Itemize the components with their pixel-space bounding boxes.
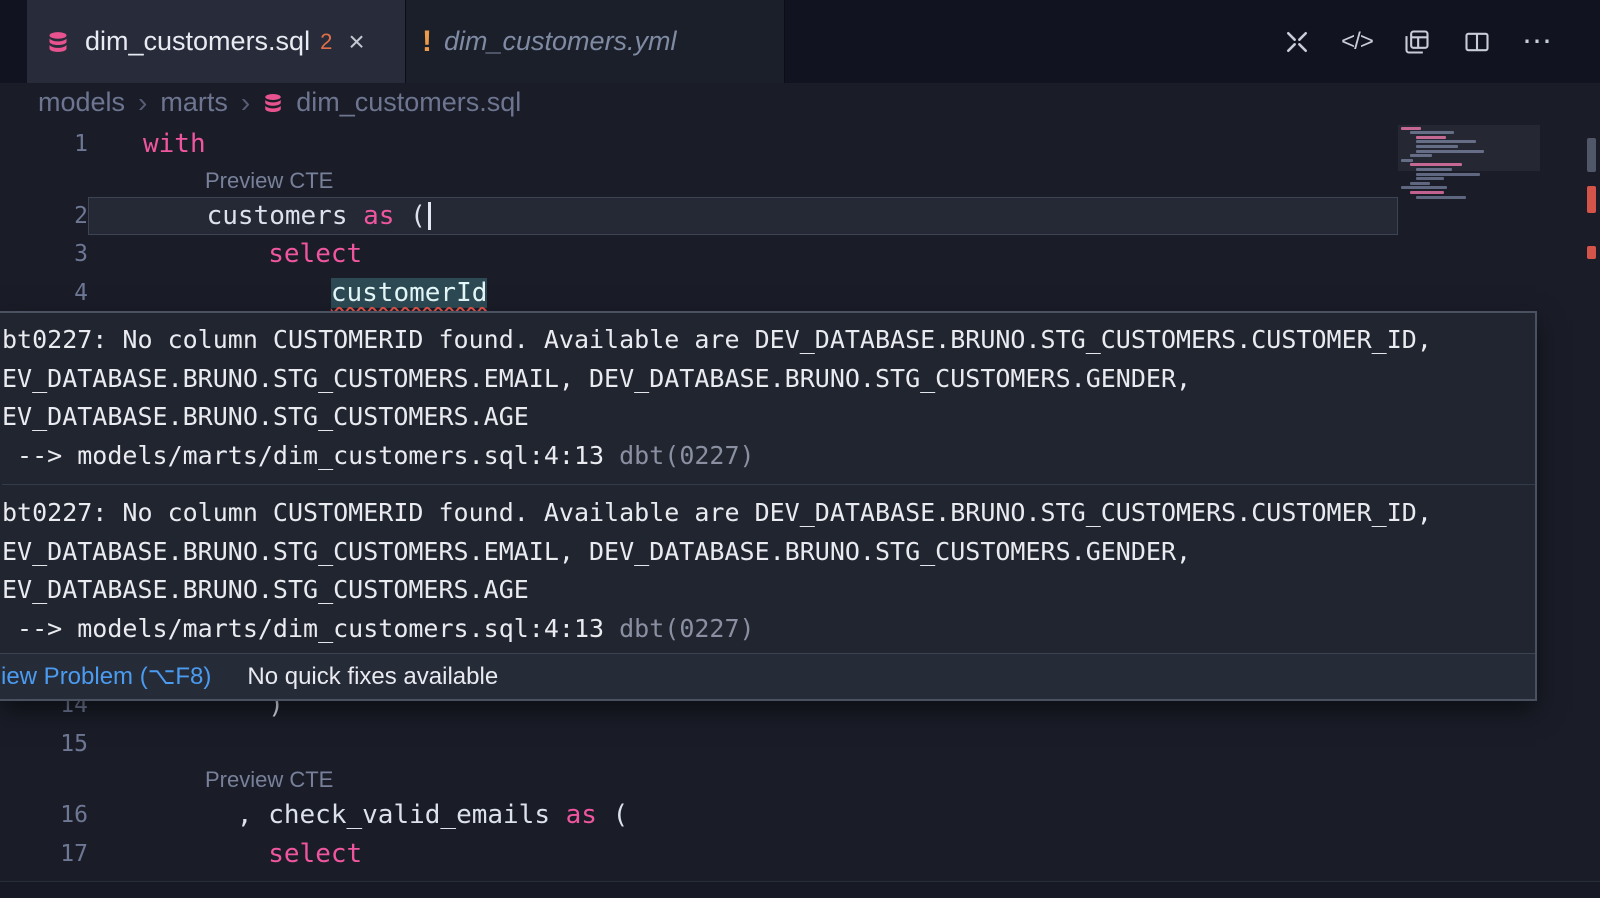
diagnostic-text: EV_DATABASE.BRUNO.STG_CUSTOMERS.EMAIL, D… (2, 533, 1535, 572)
diagnostic-text: EV_DATABASE.BRUNO.STG_CUSTOMERS.AGE (2, 571, 1535, 610)
line-number: 1 (0, 125, 88, 164)
warning-icon: ! (422, 25, 432, 59)
scrollbar-thumb[interactable] (1587, 138, 1596, 172)
breadcrumb: models › marts › dim_customers.sql (0, 83, 1600, 122)
line-number: 15 (0, 725, 88, 764)
tab-bar: dim_customers.sql 2 × ! dim_customers.ym… (0, 0, 1600, 83)
code-text: customers as ( (88, 197, 1398, 236)
line-number (0, 763, 88, 796)
more-actions-icon[interactable]: ⋯ (1522, 27, 1552, 57)
breadcrumb-item-file[interactable]: dim_customers.sql (296, 87, 521, 118)
code-token: select (268, 239, 362, 269)
diagnostic-list: bt0227: No column CUSTOMERID found. Avai… (0, 313, 1535, 653)
code-token: ( (394, 201, 425, 231)
diagnostic-code: dbt(0227) (604, 441, 755, 470)
diagnostic-location-line: --> models/marts/dim_customers.sql:4:13 … (2, 437, 1535, 476)
code-block-bottom: 14 )15Preview CTE16 , check_valid_emails… (0, 686, 1600, 873)
line-number: 2 (0, 197, 88, 236)
diagnostic-location[interactable]: --> models/marts/dim_customers.sql:4:13 (2, 441, 604, 470)
code-line-1: 1 with (0, 125, 1600, 164)
diagnostic-location[interactable]: --> models/marts/dim_customers.sql:4:13 (2, 614, 604, 643)
split-editor-icon[interactable] (1462, 27, 1492, 57)
chevron-right-icon: › (138, 87, 147, 119)
line-number: 4 (0, 274, 88, 313)
code-text: with (88, 125, 1600, 164)
code-text: , check_valid_emails as ( (88, 796, 1600, 835)
database-icon (263, 93, 283, 113)
codelens-link[interactable]: Preview CTE (88, 763, 1600, 796)
tab-error-count-badge: 2 (320, 29, 332, 55)
diagnostic-location-line: --> models/marts/dim_customers.sql:4:13 … (2, 610, 1535, 649)
line-number: 17 (0, 835, 88, 874)
code-line-4: 4 customerId (0, 274, 1600, 313)
chevron-right-icon: › (241, 87, 250, 119)
minimap[interactable] (1398, 125, 1540, 235)
code-block-top: 1 with Preview CTE2 customers as (3 select… (0, 125, 1600, 312)
diagnostic-text: EV_DATABASE.BRUNO.STG_CUSTOMERS.EMAIL, D… (2, 360, 1535, 399)
diagnostic-text: EV_DATABASE.BRUNO.STG_CUSTOMERS.AGE (2, 398, 1535, 437)
database-icon (43, 27, 73, 57)
copy-table-icon[interactable] (1402, 27, 1432, 57)
code-token: ( (597, 800, 628, 830)
code-token (143, 839, 268, 869)
code-text: select (88, 835, 1600, 874)
error-hover-popup: bt0227: No column CUSTOMERID found. Avai… (0, 311, 1537, 701)
code-token: select (268, 839, 362, 869)
code-token: customers (144, 201, 363, 231)
code-text: customerId (88, 274, 1600, 313)
code-token: with (143, 129, 206, 159)
code-line-17: 17 select (0, 835, 1600, 874)
diagnostic-message: bt0227: No column CUSTOMERID found. Avai… (2, 494, 1535, 648)
code-line-16: 16 , check_valid_emails as ( (0, 796, 1600, 835)
code-line-3: 3 select (0, 235, 1600, 274)
diagnostic-code: dbt(0227) (604, 614, 755, 643)
code-text (88, 725, 1600, 764)
breadcrumb-item-models[interactable]: models (38, 87, 125, 118)
line-number: 16 (0, 796, 88, 835)
code-token (143, 278, 331, 308)
view-problem-link[interactable]: iew Problem (⌥F8) (1, 662, 211, 691)
code-text: select (88, 235, 1600, 274)
popup-divider (2, 484, 1535, 485)
diagnostic-message: bt0227: No column CUSTOMERID found. Avai… (2, 321, 1535, 475)
code-token: , check_valid_emails (143, 800, 566, 830)
error-marker (1587, 246, 1596, 259)
hover-status-bar: iew Problem (⌥F8) No quick fixes availab… (0, 653, 1535, 699)
text-cursor (428, 202, 431, 230)
diagnostic-text: bt0227: No column CUSTOMERID found. Avai… (2, 494, 1535, 533)
horizontal-scrollbar[interactable] (0, 881, 1600, 898)
dbt-preview-icon[interactable] (1282, 27, 1312, 57)
no-quick-fixes-label: No quick fixes available (247, 663, 498, 691)
close-tab-icon[interactable]: × (348, 26, 364, 58)
error-token: customerId (331, 278, 488, 308)
minimap-viewport (1398, 125, 1540, 171)
tab-dim-customers-yml[interactable]: ! dim_customers.yml (405, 0, 785, 83)
code-token: as (566, 800, 597, 830)
code-line-15: 15 (0, 725, 1600, 764)
vscode-window: dim_customers.sql 2 × ! dim_customers.ym… (0, 0, 1600, 898)
codelens-row: Preview CTE (0, 763, 1600, 796)
compiled-code-icon[interactable]: </> (1342, 27, 1372, 57)
tab-dim-customers-sql[interactable]: dim_customers.sql 2 × (27, 0, 405, 83)
editor-actions: </> ⋯ (1282, 0, 1600, 83)
codelens-row: Preview CTE (0, 164, 1600, 197)
line-number: 3 (0, 235, 88, 274)
diagnostic-text: bt0227: No column CUSTOMERID found. Avai… (2, 321, 1535, 360)
error-marker (1587, 186, 1596, 213)
code-token (143, 239, 268, 269)
code-line-2: 2 customers as ( (0, 197, 1600, 236)
line-number (0, 164, 88, 197)
tab-label: dim_customers.yml (444, 26, 677, 57)
codelens-link[interactable]: Preview CTE (88, 164, 1600, 197)
editor-pane[interactable]: 1withPreview CTE2 customers as (3 select… (0, 122, 1600, 898)
tab-label: dim_customers.sql (85, 26, 310, 57)
breadcrumb-item-marts[interactable]: marts (160, 87, 228, 118)
code-token: as (363, 201, 394, 231)
